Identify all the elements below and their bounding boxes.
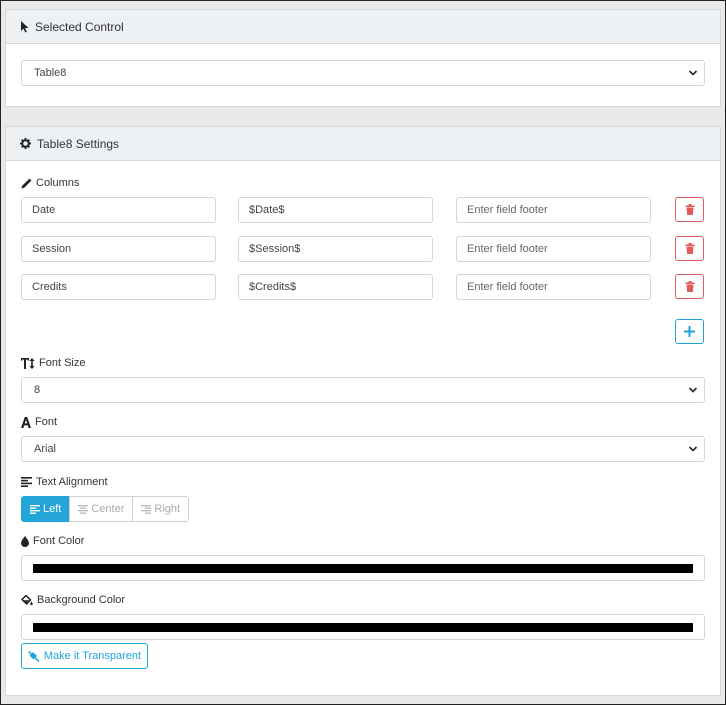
column-footer-placeholder: Enter field footer: [467, 243, 548, 255]
background-color-label: Background Color: [21, 594, 125, 606]
chevron-down-icon: [688, 446, 698, 452]
chevron-down-icon: [688, 387, 698, 393]
selected-control-select[interactable]: Table8: [21, 60, 705, 86]
column-footer-field[interactable]: Enter field footer: [456, 274, 651, 300]
align-left-button[interactable]: Left: [21, 496, 71, 522]
settings-panel: Table8 Settings Columns Date $Date$ Ente…: [5, 126, 721, 696]
align-center-icon: [78, 504, 89, 514]
text-alignment-group: Left Center Right: [21, 496, 190, 522]
column-footer-field[interactable]: Enter field footer: [456, 236, 651, 262]
background-color-label-text: Background Color: [37, 594, 126, 606]
selected-control-title: Selected Control: [35, 19, 124, 34]
paint-bucket-icon: [21, 594, 33, 605]
background-color-swatch: [33, 623, 693, 632]
font-value: Arial: [34, 443, 57, 455]
delete-column-button[interactable]: [675, 197, 704, 222]
settings-frame: Selected Control Table8 Table8 Settings: [0, 0, 726, 705]
make-transparent-button[interactable]: Make it Transparent: [21, 643, 148, 669]
trash-icon: [685, 243, 694, 254]
column-name-value: Date: [32, 204, 56, 216]
font-size-value: 8: [34, 384, 41, 396]
make-transparent-label: Make it Transparent: [43, 650, 142, 662]
settings-title: Table8 Settings: [37, 136, 120, 151]
font-label: Font: [21, 416, 57, 428]
selected-control-panel: Selected Control Table8: [5, 9, 721, 107]
font-color-picker[interactable]: [21, 555, 705, 581]
column-value-field[interactable]: $Session$: [238, 236, 433, 262]
cursor-icon: [21, 20, 29, 32]
column-value-text: $Date$: [249, 204, 285, 216]
columns-label-text: Columns: [36, 177, 80, 189]
column-name-field[interactable]: Session: [21, 236, 216, 262]
align-right-button[interactable]: Right: [132, 496, 190, 522]
text-alignment-label: Text Alignment: [21, 476, 108, 488]
column-value-text: $Session$: [249, 243, 301, 255]
font-color-swatch: [33, 564, 693, 573]
chevron-down-icon: [688, 70, 698, 76]
droplet-icon: [21, 535, 29, 547]
selected-control-header: Selected Control: [6, 10, 720, 44]
column-name-value: Session: [32, 243, 72, 255]
no-fill-icon: [27, 650, 40, 662]
pencil-icon: [21, 177, 32, 189]
align-left-icon: [21, 477, 32, 487]
column-value-text: $Credits$: [249, 281, 297, 293]
font-label-text: Font: [35, 416, 58, 428]
delete-column-button[interactable]: [675, 236, 704, 261]
align-center-button[interactable]: Center: [69, 496, 134, 522]
add-column-button[interactable]: [675, 319, 704, 344]
align-left-icon: [30, 504, 40, 514]
delete-column-button[interactable]: [675, 274, 704, 299]
column-name-field[interactable]: Credits: [21, 274, 216, 300]
font-size-select[interactable]: 8: [21, 377, 705, 403]
background-color-picker[interactable]: [21, 614, 705, 640]
plus-icon: [684, 326, 695, 337]
font-size-label-text: Font Size: [39, 357, 86, 369]
align-right-label: Right: [154, 503, 181, 515]
font-size-label: Font Size: [21, 357, 85, 369]
column-footer-placeholder: Enter field footer: [467, 281, 548, 293]
font-color-label-text: Font Color: [33, 535, 85, 547]
selected-control-value: Table8: [34, 67, 67, 79]
column-footer-field[interactable]: Enter field footer: [456, 197, 651, 223]
align-center-label: Center: [91, 503, 125, 515]
trash-icon: [685, 281, 694, 292]
column-name-value: Credits: [32, 281, 67, 293]
align-right-icon: [141, 504, 152, 514]
font-select[interactable]: Arial: [21, 436, 705, 462]
font-color-label: Font Color: [21, 535, 84, 547]
trash-icon: [685, 204, 694, 215]
columns-label: Columns: [21, 177, 79, 189]
column-name-field[interactable]: Date: [21, 197, 216, 223]
settings-header: Table8 Settings: [6, 127, 720, 161]
column-value-field[interactable]: $Date$: [238, 197, 433, 223]
text-alignment-label-text: Text Alignment: [36, 476, 108, 488]
column-footer-placeholder: Enter field footer: [467, 204, 548, 216]
column-value-field[interactable]: $Credits$: [238, 274, 433, 300]
font-icon: [21, 416, 31, 428]
text-height-icon: [21, 357, 35, 369]
gear-icon: [20, 138, 31, 149]
align-left-label: Left: [43, 503, 62, 515]
